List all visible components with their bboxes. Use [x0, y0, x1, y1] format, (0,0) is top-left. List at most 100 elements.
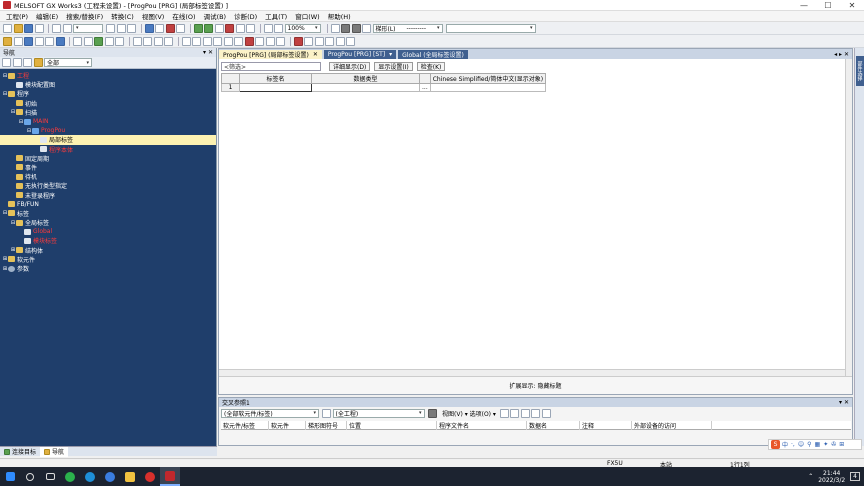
paste-icon[interactable] [127, 23, 136, 33]
data-type-header[interactable]: 数据类型 [311, 73, 420, 84]
label-name-header[interactable]: 标签名 [239, 73, 312, 84]
new-project-icon[interactable] [3, 23, 12, 33]
data-type-cell[interactable] [311, 83, 420, 92]
xref-col-external-access[interactable]: 外部设备的访问 [632, 420, 712, 430]
write-plc-icon[interactable] [193, 23, 203, 33]
menu-view[interactable]: 视图(V) [138, 11, 169, 21]
ime-tools-icon[interactable]: ✇ [831, 441, 836, 448]
tree-item[interactable]: ⊟ 全局标签 [0, 218, 216, 227]
nav-display-icon[interactable] [33, 58, 43, 67]
label-icon[interactable] [34, 36, 44, 46]
st-template-icon[interactable] [304, 36, 313, 46]
tab-navigation[interactable]: 导航 [40, 446, 69, 457]
xref-scope-combo[interactable]: (全部软元件/标签) ▾ [221, 408, 319, 418]
zoom-in-icon[interactable] [263, 23, 273, 33]
undo-history-combo[interactable]: ▾ [73, 23, 103, 33]
minimize-button[interactable]: — [792, 0, 816, 11]
device-use-icon[interactable] [83, 36, 93, 46]
replace-icon[interactable] [155, 23, 164, 33]
save-icon[interactable] [24, 23, 33, 33]
ime-menu-icon[interactable]: ⊞ [839, 441, 844, 448]
simulation-icon[interactable] [104, 36, 114, 46]
xref-range-combo[interactable]: (全工程) ▾ [332, 408, 425, 418]
navigation-filter-combo[interactable]: 全部 ▾ [44, 58, 92, 67]
contact-no-icon[interactable] [181, 36, 191, 46]
xref-prev-icon[interactable] [510, 408, 520, 418]
xref-col-device-label[interactable]: 软元件/标签 [221, 420, 269, 430]
tab-connection-destination[interactable]: 连接目标 [0, 447, 40, 456]
menu-convert[interactable]: 转换(C) [107, 11, 138, 21]
expand-all-icon[interactable] [2, 58, 11, 67]
vertical-line-icon[interactable] [234, 36, 243, 46]
parameter-icon[interactable] [55, 36, 65, 46]
module-icon[interactable] [24, 36, 33, 46]
editor-vertical-scrollbar[interactable] [845, 59, 852, 377]
tab-global-label-setting[interactable]: Global (全局标签设置) [398, 50, 468, 59]
monitor-stop-icon[interactable] [235, 23, 245, 33]
navigation-pin-close[interactable]: ▾ ✕ [203, 49, 213, 56]
xref-copy-icon[interactable] [531, 408, 541, 418]
xref-col-data-name[interactable]: 数据名 [527, 420, 580, 430]
editor-horizontal-scrollbar[interactable] [219, 369, 845, 376]
extended-display-text[interactable]: 扩展显示: 隐藏标题 [510, 381, 562, 390]
properties-icon[interactable] [13, 36, 23, 46]
menu-project[interactable]: 工程(P) [2, 11, 32, 21]
read-plc-icon[interactable] [204, 23, 213, 33]
zoom-out-icon[interactable] [274, 23, 283, 33]
menu-diagnostics[interactable]: 诊断(D) [230, 11, 261, 21]
st-bookmark-icon[interactable] [325, 36, 334, 46]
tree-item[interactable]: ⊞ 软元件 [0, 255, 216, 264]
st-mark-icon[interactable] [314, 36, 324, 46]
parts-selection-tab[interactable]: 部件选择 [856, 56, 864, 86]
xref-view-options[interactable]: 视图(V) ▾ 选项(O) ▾ [442, 409, 496, 418]
xref-col-device[interactable]: 软元件 [269, 420, 306, 430]
ime-keyboard-icon[interactable]: ▦ [815, 441, 821, 448]
taskbar-gx-works3[interactable] [160, 467, 180, 486]
contact-nc-icon[interactable] [192, 36, 201, 46]
cross-reference-pin-close[interactable]: ▾ ✕ [839, 399, 849, 406]
tab-local-label-setting[interactable]: ProgPou [PRG] (局部标签设置) ✕ [219, 50, 322, 59]
align-left-icon[interactable] [132, 36, 142, 46]
label-filter-input[interactable]: <筛选> [221, 61, 321, 71]
tree-item[interactable]: 模块标签 [0, 236, 216, 245]
ladder-icon[interactable] [330, 23, 340, 33]
outdent-icon[interactable] [164, 36, 173, 46]
tree-item[interactable]: ⊞ 参数 [0, 264, 216, 273]
check-icon[interactable] [94, 36, 103, 46]
redo-icon[interactable] [62, 23, 72, 33]
clock[interactable]: 21:44 2022/3/2 [818, 470, 845, 484]
step-icon[interactable] [362, 23, 371, 33]
gear-icon[interactable] [341, 23, 350, 33]
taskbar-app-k[interactable] [100, 467, 120, 486]
cross-ref-icon[interactable] [73, 36, 82, 46]
convert-icon[interactable] [165, 23, 175, 33]
tree-item[interactable]: ⊟ ProgPou [0, 126, 216, 135]
print-icon[interactable] [34, 23, 44, 33]
tab-close-icon[interactable]: ✕ [313, 51, 318, 58]
zoom-combo[interactable]: 100% ▾ [284, 23, 321, 33]
data-type-browse-button[interactable]: ... [419, 83, 431, 92]
xref-export-icon[interactable] [541, 408, 551, 418]
project-tree-icon[interactable] [3, 36, 12, 46]
tree-item[interactable]: 初始 [0, 99, 216, 108]
close-button[interactable]: ✕ [840, 0, 864, 11]
ime-punctuation-icon[interactable]: ·, [791, 441, 795, 448]
start-button[interactable] [0, 467, 20, 486]
menu-debug[interactable]: 调试(B) [200, 11, 231, 21]
tray-up-arrow-icon[interactable]: ⌃ [808, 473, 813, 480]
ime-emoji-icon[interactable]: ☺ [798, 441, 804, 448]
statement-icon[interactable] [265, 36, 275, 46]
xref-col-comment[interactable]: 注释 [580, 420, 632, 430]
tree-item[interactable]: Global [0, 227, 216, 236]
xref-next-icon[interactable] [520, 408, 530, 418]
maximize-button[interactable]: ☐ [816, 0, 840, 11]
xref-search-icon[interactable] [322, 408, 331, 418]
xref-gear-icon[interactable] [427, 408, 437, 418]
menu-find-replace[interactable]: 搜索/替换(F) [62, 11, 107, 21]
note-icon[interactable] [276, 36, 285, 46]
find-icon[interactable] [144, 23, 154, 33]
menu-online[interactable]: 在线(O) [168, 11, 199, 21]
tree-item[interactable]: 待机 [0, 172, 216, 181]
indent-icon[interactable] [153, 36, 163, 46]
coil-icon[interactable] [202, 36, 212, 46]
